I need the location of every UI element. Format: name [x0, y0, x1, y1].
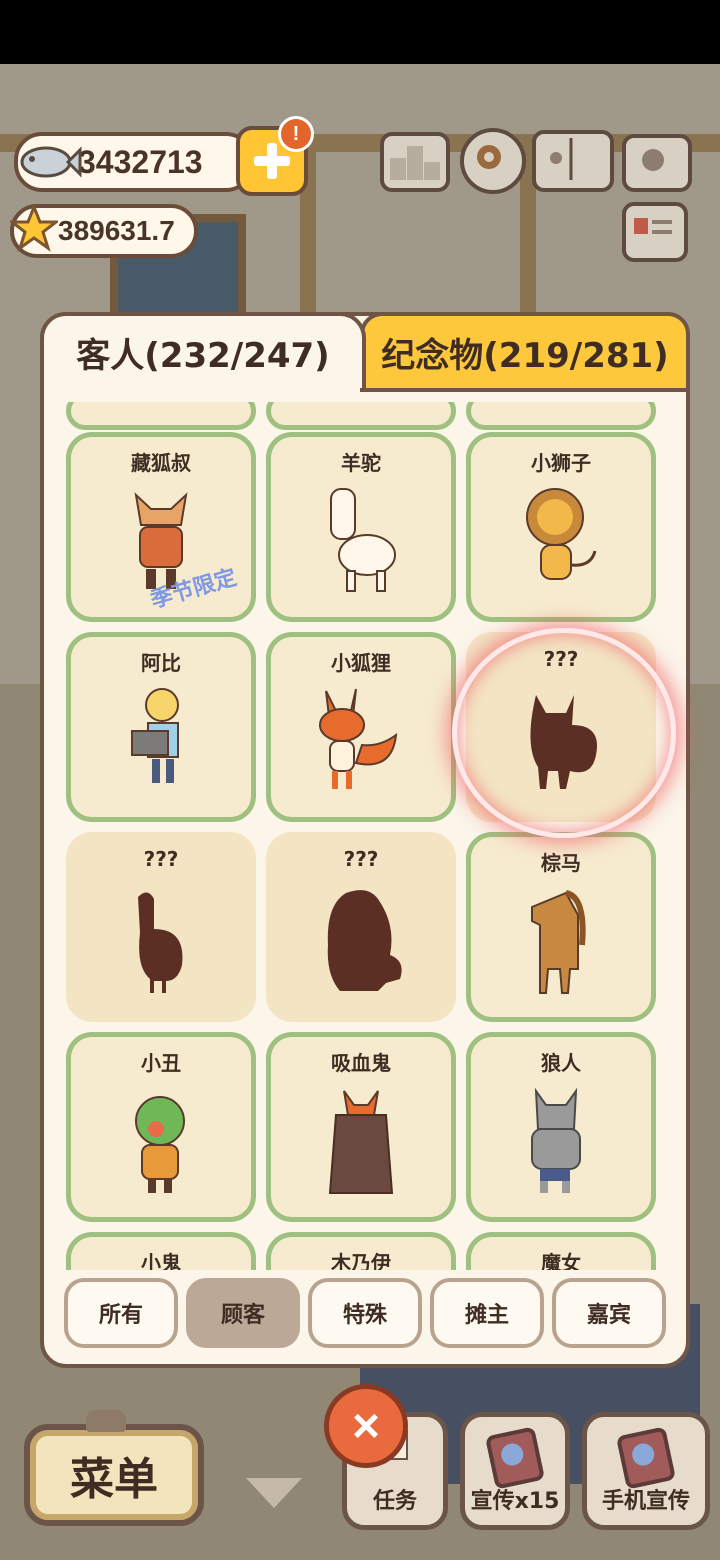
guest-card[interactable]: 棕马	[466, 832, 656, 1022]
guest-card[interactable]: 阿比	[66, 632, 256, 822]
guest-name: 藏狐叔	[131, 451, 191, 475]
guest-name: 吸血鬼	[331, 1051, 391, 1075]
tab-guests[interactable]: 客人(232/247)	[40, 312, 366, 388]
promote-button[interactable]: 宣传x15	[460, 1412, 570, 1530]
lion-figure	[526, 488, 597, 580]
guest-card[interactable]: 藏狐叔 季节限定	[66, 432, 256, 622]
status-bar	[0, 0, 720, 64]
guest-card[interactable]: 羊驼	[266, 432, 456, 622]
guest-grid: 藏狐叔 季节限定 羊驼 小狮子 阿比 小狐狸 ??? ??? ??? 棕马 小丑…	[62, 402, 662, 1270]
filter-all-button[interactable]: 所有	[64, 1278, 178, 1348]
guest-card[interactable]: 小狮子	[466, 432, 656, 622]
close-button[interactable]: ×	[324, 1384, 408, 1468]
brown-horse-figure	[531, 890, 586, 994]
collapse-arrow-icon[interactable]	[246, 1478, 302, 1508]
guest-name: 小丑	[141, 1051, 181, 1075]
filter-guests-button[interactable]: 嘉宾	[552, 1278, 666, 1348]
clip-icon	[86, 1410, 126, 1432]
promotion-card-icon	[484, 1426, 546, 1490]
guest-name: 小狐狸	[331, 651, 391, 675]
guest-name: 小鬼	[141, 1251, 181, 1270]
filter-vendors-button[interactable]: 摊主	[430, 1278, 544, 1348]
guest-name: 小狮子	[531, 451, 591, 475]
tasks-label: 任务	[372, 1489, 417, 1514]
guest-card-locked[interactable]: ???	[466, 632, 656, 822]
guest-card[interactable]	[466, 402, 656, 430]
promote-label: 宣传x15	[470, 1489, 560, 1514]
star-count: 389631.7	[58, 215, 175, 246]
guest-name: 棕马	[541, 851, 581, 875]
locked-silhouette-figure	[530, 695, 597, 789]
phone-promote-label: 手机宣传	[601, 1489, 690, 1514]
phone-promotion-icon	[615, 1426, 677, 1490]
settings-icon[interactable]	[460, 128, 526, 194]
guest-card[interactable]: 魔女	[466, 1232, 656, 1270]
tab-souvenirs[interactable]: 纪念物(219/281)	[360, 312, 690, 392]
guest-name: 木乃伊	[331, 1251, 391, 1270]
fish-icon	[20, 146, 82, 178]
star-icon	[10, 204, 58, 252]
alert-badge: !	[278, 116, 314, 152]
guest-card-locked[interactable]: ???	[66, 832, 256, 1022]
guest-name: ???	[343, 847, 379, 871]
little-fox-figure	[319, 688, 398, 789]
guest-name: 魔女	[541, 1251, 581, 1270]
fish-count: 3432713	[78, 143, 203, 180]
filter-customers-button[interactable]: 顾客	[186, 1278, 300, 1348]
guest-name: ???	[543, 647, 579, 671]
star-currency: 389631.7	[10, 204, 198, 258]
guest-name: 狼人	[541, 1051, 581, 1075]
vampire-figure	[328, 1090, 394, 1194]
filter-special-button[interactable]: 特殊	[308, 1278, 422, 1348]
guest-card-locked[interactable]: ???	[266, 832, 456, 1022]
locked-silhouette-figure	[327, 890, 402, 991]
menu-button[interactable]: 菜单	[24, 1424, 204, 1526]
guest-card[interactable]: 木乃伊	[266, 1232, 456, 1270]
guest-card[interactable]	[66, 402, 256, 430]
locked-silhouette-figure	[138, 892, 183, 993]
guest-card[interactable]: 小狐狸	[266, 632, 456, 822]
album-icon[interactable]	[532, 130, 614, 192]
guest-card[interactable]: 小丑	[66, 1032, 256, 1222]
werewolf-figure	[531, 1087, 581, 1193]
abby-figure	[131, 688, 179, 783]
alpaca-figure	[330, 488, 396, 592]
guest-name: 羊驼	[341, 451, 381, 475]
filter-bar: 所有 顾客 特殊 摊主 嘉宾	[64, 1278, 668, 1348]
guest-card[interactable]: 狼人	[466, 1032, 656, 1222]
guest-name: 阿比	[141, 651, 181, 675]
ranking-icon[interactable]	[380, 132, 450, 192]
clown-figure	[135, 1096, 185, 1193]
guest-name: ???	[143, 847, 179, 871]
camera-icon[interactable]	[622, 134, 692, 192]
guest-card[interactable]: 吸血鬼	[266, 1032, 456, 1222]
id-card-icon[interactable]	[622, 202, 688, 262]
guest-card[interactable]: 小鬼	[66, 1232, 256, 1270]
fish-currency: 3432713	[14, 132, 254, 192]
phone-promote-button[interactable]: 手机宣传	[582, 1412, 710, 1530]
guest-card[interactable]	[266, 402, 456, 430]
